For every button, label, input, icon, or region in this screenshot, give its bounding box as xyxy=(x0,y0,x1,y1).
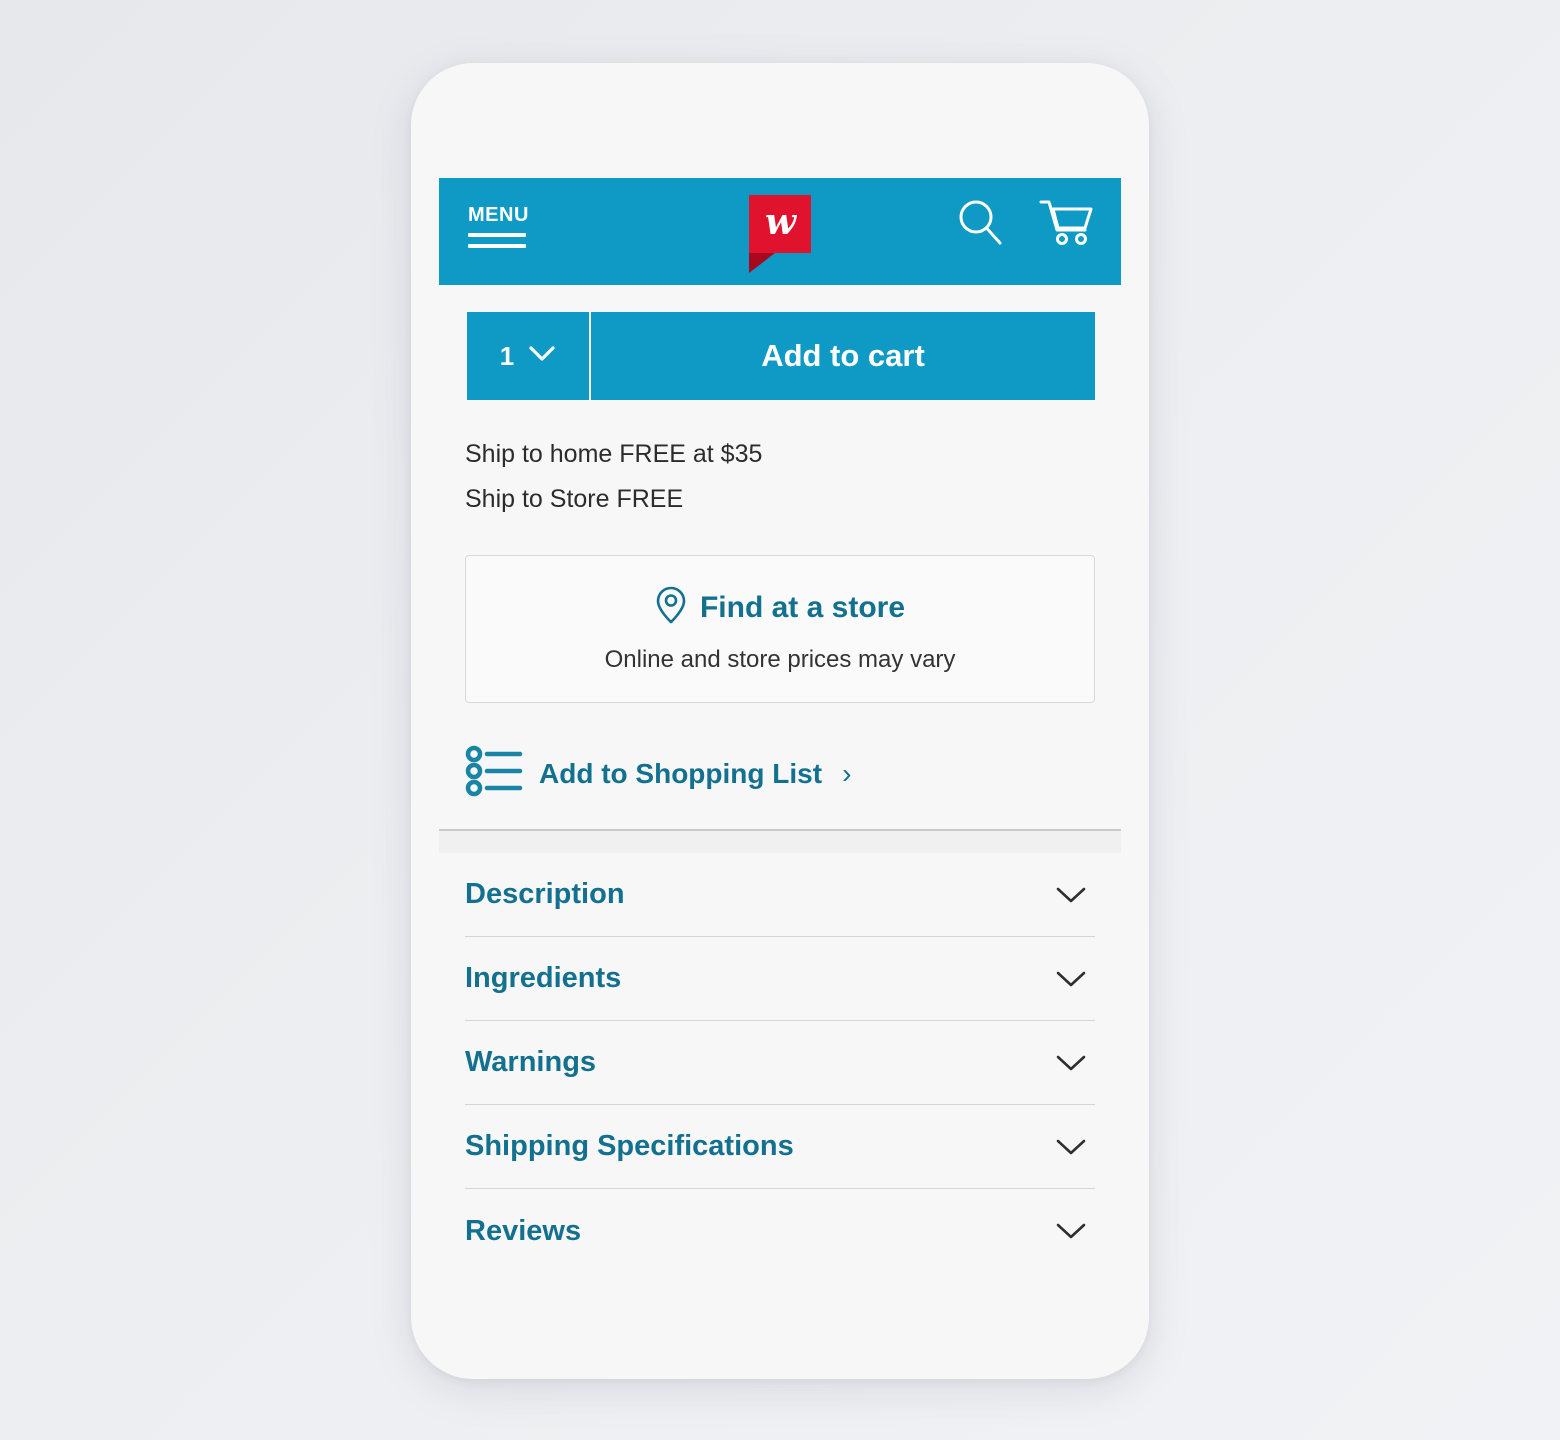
find-at-store-header: Find at a store xyxy=(466,585,1094,630)
shipping-line: Ship to Store FREE xyxy=(465,485,684,513)
map-pin-icon xyxy=(655,585,687,630)
shipping-info: Ship to home FREE at $35 Ship to Store F… xyxy=(465,432,1121,522)
chevron-right-icon: › xyxy=(842,757,852,789)
shopping-cart-icon[interactable] xyxy=(1039,198,1095,246)
add-to-cart-button[interactable]: Add to cart xyxy=(591,312,1095,400)
accordion-item-reviews[interactable]: Reviews xyxy=(465,1189,1095,1273)
find-at-store-subtitle: Online and store prices may vary xyxy=(604,646,956,673)
hamburger-bar xyxy=(468,244,526,248)
app-header: MENU w xyxy=(439,178,1121,285)
search-icon[interactable] xyxy=(957,198,1003,246)
accordion-label: Description xyxy=(465,878,625,910)
walgreens-logo-square: w xyxy=(749,195,811,253)
find-at-store-title: Find at a store xyxy=(699,590,906,624)
hamburger-icon xyxy=(468,233,532,248)
accordion-label: Shipping Specifications xyxy=(465,1130,794,1162)
purchase-row: 1 Add to cart xyxy=(467,312,1095,400)
phone-frame: MENU w 1 Add to cart Ship to home FREE a… xyxy=(411,63,1149,1379)
walgreens-logo-tail xyxy=(749,253,775,273)
chevron-down-icon xyxy=(1055,1053,1087,1073)
chevron-down-icon xyxy=(1055,1221,1087,1241)
phone-screen: MENU w 1 Add to cart Ship to home FREE a… xyxy=(439,178,1121,1278)
accordion-label: Reviews xyxy=(465,1214,582,1247)
shipping-line: Ship to home FREE at $35 xyxy=(465,440,763,468)
accordion-item-warnings[interactable]: Warnings xyxy=(465,1021,1095,1105)
accordion-item-shipping-specifications[interactable]: Shipping Specifications xyxy=(465,1105,1095,1189)
find-at-store-button[interactable]: Find at a store Online and store prices … xyxy=(465,555,1095,703)
walgreens-logo-letter: w xyxy=(765,201,796,243)
accordion-label: Warnings xyxy=(465,1046,597,1078)
add-to-shopping-list-button[interactable]: Add to Shopping List › xyxy=(465,745,1121,829)
accordion-item-description[interactable]: Description xyxy=(465,853,1095,937)
hamburger-bar xyxy=(468,233,526,237)
chevron-down-icon xyxy=(528,345,556,368)
chevron-down-icon xyxy=(1055,1137,1087,1157)
chevron-down-icon xyxy=(1055,885,1087,905)
walgreens-logo[interactable]: w xyxy=(749,195,811,273)
screen-body: 1 Add to cart Ship to home FREE at $35 S… xyxy=(439,312,1121,1273)
list-bullet-icon xyxy=(465,745,523,802)
menu-button[interactable]: MENU xyxy=(468,204,532,248)
quantity-value: 1 xyxy=(499,340,515,371)
add-to-shopping-list-label: Add to Shopping List xyxy=(539,757,823,789)
chevron-down-icon xyxy=(1055,969,1087,989)
accordion-label: Ingredients xyxy=(465,962,622,994)
accordion-item-ingredients[interactable]: Ingredients xyxy=(465,937,1095,1021)
section-gap xyxy=(439,831,1121,853)
header-actions xyxy=(957,198,1095,246)
quantity-selector[interactable]: 1 xyxy=(467,312,591,400)
product-info-accordion: Description Ingredients Warnings Shippin… xyxy=(439,853,1121,1273)
menu-button-label: MENU xyxy=(468,204,529,226)
